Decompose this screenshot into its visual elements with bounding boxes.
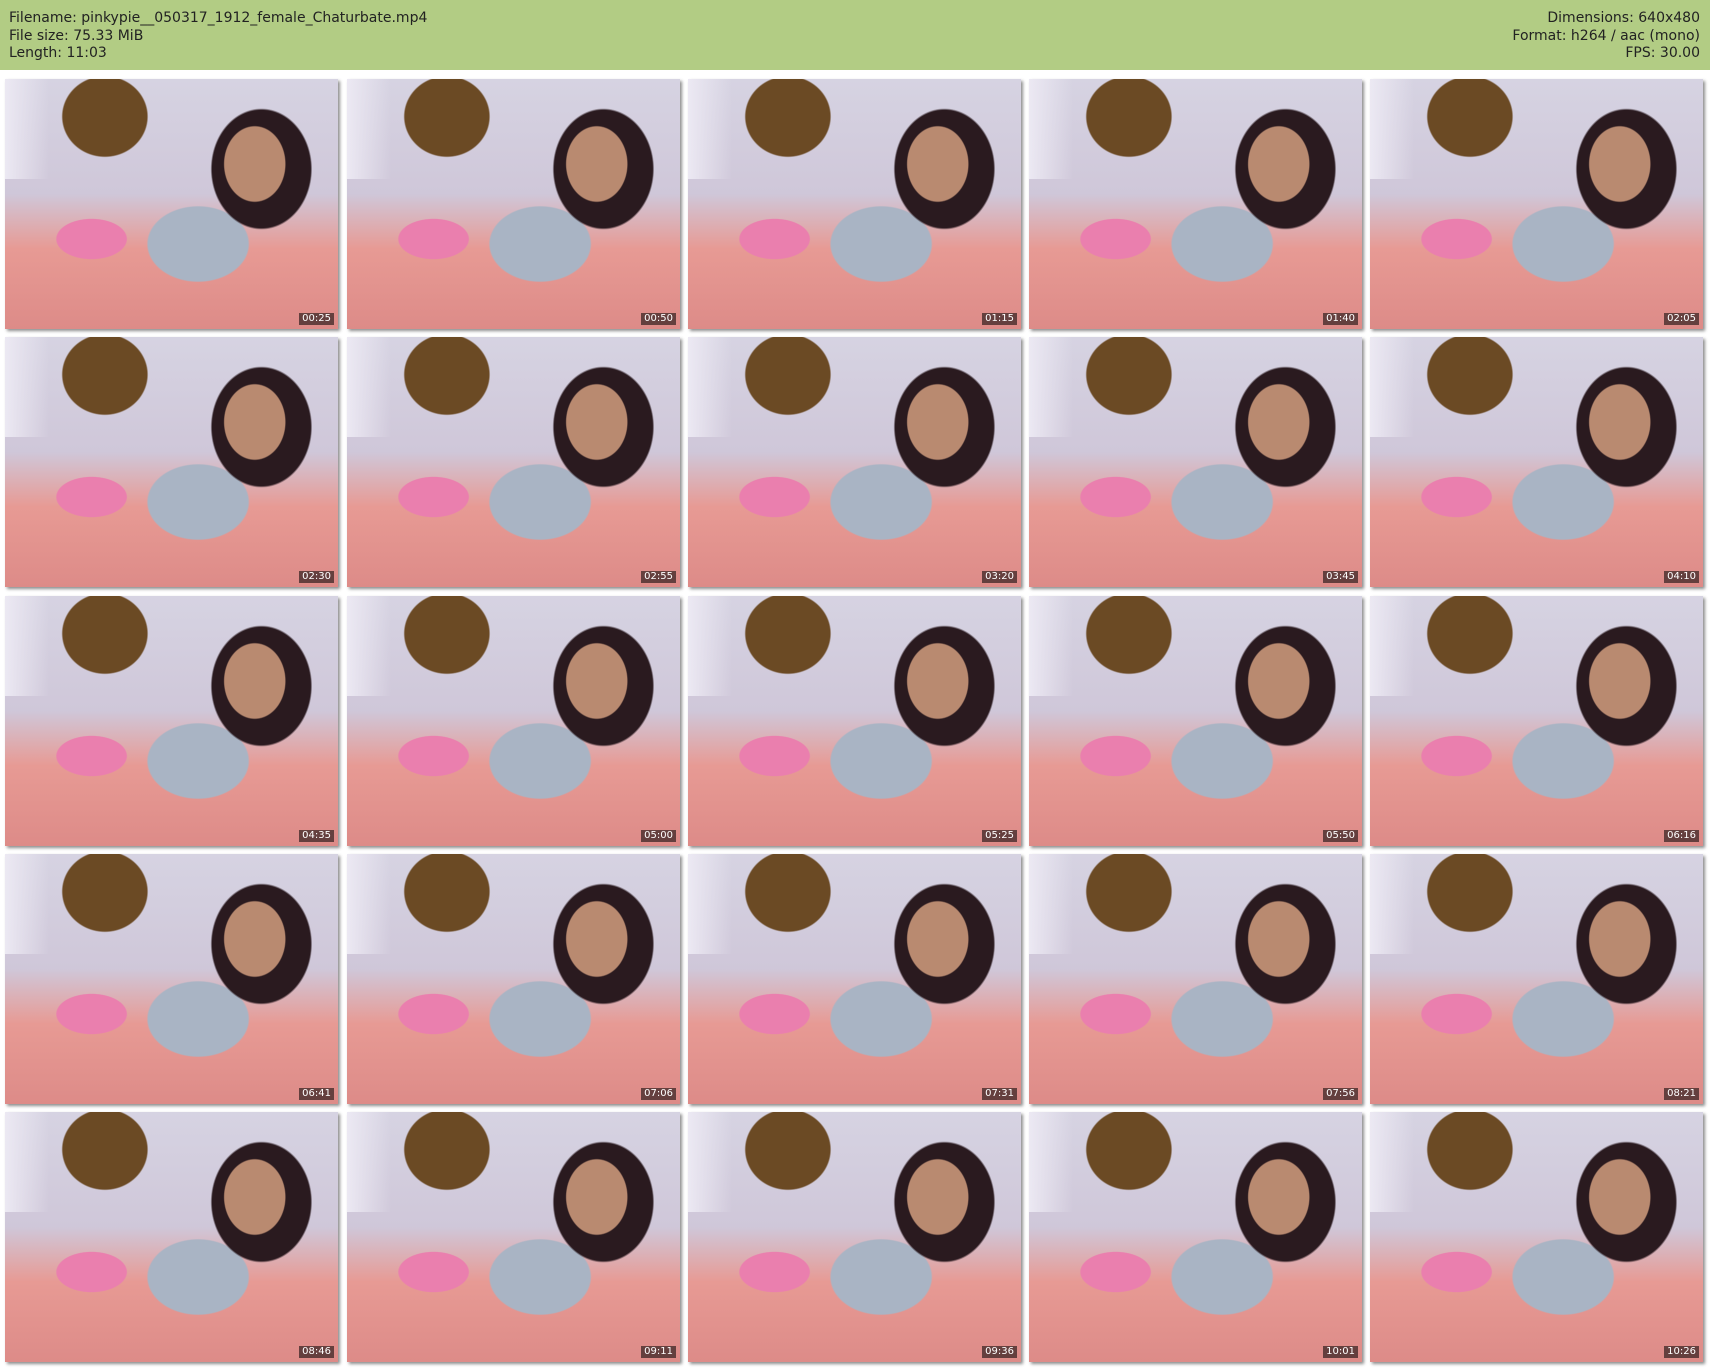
length-text: Length: 11:03 bbox=[9, 45, 107, 61]
timestamp-label: 07:56 bbox=[1323, 1088, 1358, 1100]
thumbnail: 05:25 bbox=[688, 596, 1021, 846]
thumbnail: 08:21 bbox=[1370, 854, 1703, 1104]
thumbnail: 00:50 bbox=[347, 79, 680, 329]
thumbnail: 07:06 bbox=[347, 854, 680, 1104]
timestamp-label: 03:20 bbox=[982, 571, 1017, 583]
dimensions-text: Dimensions: 640x480 bbox=[1547, 10, 1700, 26]
timestamp-label: 10:01 bbox=[1323, 1346, 1358, 1358]
timestamp-label: 04:35 bbox=[299, 830, 334, 842]
timestamp-label: 06:41 bbox=[299, 1088, 334, 1100]
timestamp-label: 01:15 bbox=[982, 313, 1017, 325]
thumbnail: 07:56 bbox=[1029, 854, 1362, 1104]
thumbnail: 05:50 bbox=[1029, 596, 1362, 846]
timestamp-label: 03:45 bbox=[1323, 571, 1358, 583]
stream-info: Dimensions: 640x480 Format: h264 / aac (… bbox=[1512, 10, 1700, 63]
timestamp-label: 10:26 bbox=[1664, 1346, 1699, 1358]
thumbnail: 06:41 bbox=[5, 854, 338, 1104]
thumbnail: 08:46 bbox=[5, 1112, 338, 1362]
timestamp-label: 05:50 bbox=[1323, 830, 1358, 842]
thumbnail: 01:40 bbox=[1029, 79, 1362, 329]
timestamp-label: 05:00 bbox=[641, 830, 676, 842]
thumbnail: 05:00 bbox=[347, 596, 680, 846]
timestamp-label: 02:05 bbox=[1664, 313, 1699, 325]
timestamp-label: 00:25 bbox=[299, 313, 334, 325]
timestamp-label: 04:10 bbox=[1664, 571, 1699, 583]
timestamp-label: 05:25 bbox=[982, 830, 1017, 842]
timestamp-label: 01:40 bbox=[1323, 313, 1358, 325]
filesize-text: File size: 75.33 MiB bbox=[9, 27, 144, 44]
fps-text: FPS: 30.00 bbox=[1625, 45, 1700, 61]
thumbnail: 02:30 bbox=[5, 337, 338, 587]
thumbnail: 09:36 bbox=[688, 1112, 1021, 1362]
thumbnail: 07:31 bbox=[688, 854, 1021, 1104]
thumbnail: 01:15 bbox=[688, 79, 1021, 329]
file-info: Filename: pinkypie__050317_1912_female_C… bbox=[9, 10, 427, 63]
thumbnail: 04:10 bbox=[1370, 337, 1703, 587]
timestamp-label: 07:06 bbox=[641, 1088, 676, 1100]
timestamp-label: 07:31 bbox=[982, 1088, 1017, 1100]
thumbnail: 02:55 bbox=[347, 337, 680, 587]
thumbnail: 00:25 bbox=[5, 79, 338, 329]
timestamp-label: 06:16 bbox=[1664, 830, 1699, 842]
thumbnail: 03:45 bbox=[1029, 337, 1362, 587]
timestamp-label: 02:55 bbox=[641, 571, 676, 583]
timestamp-label: 08:21 bbox=[1664, 1088, 1699, 1100]
filename-text: Filename: pinkypie__050317_1912_female_C… bbox=[9, 10, 428, 26]
thumbnail-grid: 00:25 00:50 01:15 01:40 02:05 02:30 02:5… bbox=[0, 70, 1710, 1370]
info-header: Filename: pinkypie__050317_1912_female_C… bbox=[0, 0, 1710, 70]
thumbnail: 02:05 bbox=[1370, 79, 1703, 329]
format-text: Format: h264 / aac (mono) bbox=[1512, 27, 1700, 44]
thumbnail: 09:11 bbox=[347, 1112, 680, 1362]
timestamp-label: 09:36 bbox=[982, 1346, 1017, 1358]
timestamp-label: 09:11 bbox=[641, 1346, 676, 1358]
timestamp-label: 08:46 bbox=[299, 1346, 334, 1358]
thumbnail: 04:35 bbox=[5, 596, 338, 846]
timestamp-label: 02:30 bbox=[299, 571, 334, 583]
thumbnail: 10:26 bbox=[1370, 1112, 1703, 1362]
thumbnail: 06:16 bbox=[1370, 596, 1703, 846]
thumbnail: 03:20 bbox=[688, 337, 1021, 587]
thumbnail: 10:01 bbox=[1029, 1112, 1362, 1362]
timestamp-label: 00:50 bbox=[641, 313, 676, 325]
